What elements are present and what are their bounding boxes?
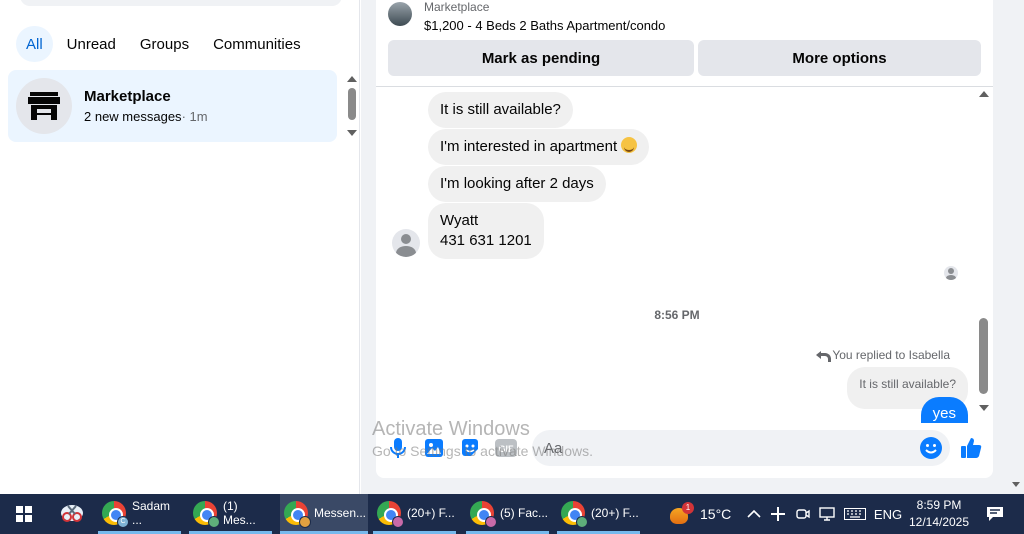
filter-communities[interactable]: Communities <box>203 26 311 62</box>
system-clock[interactable]: 8:59 PM 12/14/2025 <box>904 497 974 531</box>
task-label: (1) Mes... <box>223 498 256 527</box>
message-bubble[interactable]: I'm interested in apartment <box>428 129 650 165</box>
taskbar-chrome-window-1[interactable]: C Sadam ... <box>98 494 181 534</box>
temperature: 15°C <box>700 506 732 522</box>
weather-icon: 1 <box>668 502 694 526</box>
notification-center-icon[interactable] <box>980 494 1010 534</box>
chat-list-panel: All Unread Groups Communities Marketplac… <box>0 0 360 494</box>
scroll-down-icon[interactable] <box>347 130 357 136</box>
task-label: Messen... <box>314 505 367 520</box>
task-label: Sadam ... <box>132 498 171 527</box>
sender-avatar[interactable] <box>392 229 420 257</box>
taskbar-chrome-window-3[interactable]: Messen... <box>280 494 368 534</box>
message-text: I'm interested in apartment <box>440 138 618 155</box>
listing-source: Marketplace <box>424 0 490 14</box>
taskbar-chrome-window-5[interactable]: (5) Fac... <box>466 494 549 534</box>
search-input[interactable] <box>20 0 342 6</box>
snipping-tool-icon[interactable] <box>56 498 88 530</box>
keyboard-icon[interactable] <box>842 494 868 534</box>
taskbar: C Sadam ... (1) Mes... Messen... (20+) F… <box>0 494 1024 534</box>
like-thumbs-up-icon[interactable] <box>959 436 983 460</box>
smiling-emoji-icon <box>621 137 638 153</box>
chat-filters: All Unread Groups Communities <box>16 26 311 62</box>
reply-note-text: You replied to Isabella <box>832 348 950 362</box>
task-label: (20+) F... <box>591 505 639 520</box>
microphone-icon[interactable] <box>386 436 410 460</box>
outgoing-message-bubble[interactable]: yes <box>920 397 968 423</box>
conversation-scrollbar[interactable] <box>976 87 992 423</box>
clock-date: 12/14/2025 <box>908 515 970 529</box>
message-bubble[interactable]: I'm looking after 2 days <box>428 166 606 202</box>
emoji-icon[interactable] <box>919 436 943 460</box>
scroll-thumb[interactable] <box>348 88 356 120</box>
display-icon[interactable] <box>816 494 838 534</box>
marketplace-store-icon <box>16 78 72 134</box>
listing-header[interactable]: Marketplace $1,200 - 4 Beds 2 Baths Apar… <box>388 0 988 36</box>
profile-badge: C <box>117 515 129 528</box>
listing-title[interactable]: $1,200 - 4 Beds 2 Baths Apartment/condo <box>424 18 665 33</box>
chat-preview: 2 new messages· 1m <box>84 109 208 124</box>
message-bubble[interactable]: It is still available? <box>428 92 573 128</box>
message-list: It is still available? I'm interested in… <box>376 87 993 423</box>
conversation-panel: Marketplace $1,200 - 4 Beds 2 Baths Apar… <box>376 0 993 478</box>
page-scrollbar[interactable] <box>1008 476 1024 494</box>
task-label: (5) Fac... <box>500 505 549 520</box>
reply-note: You replied to Isabella <box>816 348 950 362</box>
chrome-icon <box>193 500 220 528</box>
scroll-down-icon[interactable] <box>1012 482 1020 487</box>
clock-time: 8:59 PM <box>916 498 962 512</box>
chat-item-marketplace[interactable]: Marketplace 2 new messages· 1m <box>8 70 337 142</box>
chrome-icon <box>377 500 404 528</box>
language-indicator[interactable]: ENG <box>872 494 904 534</box>
chevron-up-icon[interactable] <box>744 494 764 534</box>
reply-icon <box>816 350 832 362</box>
scroll-up-icon[interactable] <box>347 76 357 82</box>
windows-logo-icon <box>16 506 32 522</box>
chat-list-scrollbar[interactable] <box>344 72 360 140</box>
taskbar-chrome-window-4[interactable]: (20+) F... <box>373 494 456 534</box>
scroll-down-icon[interactable] <box>979 405 989 411</box>
chrome-icon <box>470 500 497 528</box>
filter-all[interactable]: All <box>16 26 53 62</box>
profile-badge <box>392 515 404 528</box>
weather-badge: 1 <box>682 502 694 514</box>
profile-badge <box>299 515 311 528</box>
chrome-icon <box>561 500 588 528</box>
message-input-box[interactable] <box>532 430 950 466</box>
profile-badge <box>485 515 497 528</box>
task-label: (20+) F... <box>407 505 455 520</box>
message-input[interactable] <box>532 430 950 466</box>
message-composer: GIF <box>376 426 993 470</box>
gif-label: GIF <box>499 444 515 454</box>
scroll-up-icon[interactable] <box>979 91 989 97</box>
filter-groups[interactable]: Groups <box>130 26 199 62</box>
gif-icon[interactable]: GIF <box>494 436 518 460</box>
message-timestamp: 8:56 PM <box>654 308 700 322</box>
sticker-icon[interactable] <box>458 436 482 460</box>
weather-widget[interactable]: 1 15°C <box>668 494 731 534</box>
listing-thumbnail[interactable] <box>388 2 412 26</box>
message-bubble[interactable]: Wyatt 431 631 1201 <box>428 203 544 259</box>
chat-preview-text: 2 new messages <box>84 109 182 124</box>
mark-as-pending-button[interactable]: Mark as pending <box>388 40 694 76</box>
chrome-icon: C <box>102 500 129 528</box>
taskbar-chrome-window-2[interactable]: (1) Mes... <box>189 494 272 534</box>
profile-badge <box>208 515 220 528</box>
photo-icon[interactable] <box>422 436 446 460</box>
chat-time: · 1m <box>181 109 208 124</box>
chat-name: Marketplace <box>84 88 171 105</box>
seen-indicator-avatar <box>944 266 958 280</box>
start-button[interactable] <box>4 494 44 534</box>
scroll-thumb[interactable] <box>979 318 988 394</box>
chrome-icon <box>284 500 311 528</box>
more-options-button[interactable]: More options <box>698 40 981 76</box>
meet-now-icon[interactable] <box>793 494 813 534</box>
profile-badge <box>576 515 588 528</box>
plus-icon[interactable] <box>768 494 788 534</box>
taskbar-chrome-window-6[interactable]: (20+) F... <box>557 494 640 534</box>
filter-unread[interactable]: Unread <box>57 26 126 62</box>
